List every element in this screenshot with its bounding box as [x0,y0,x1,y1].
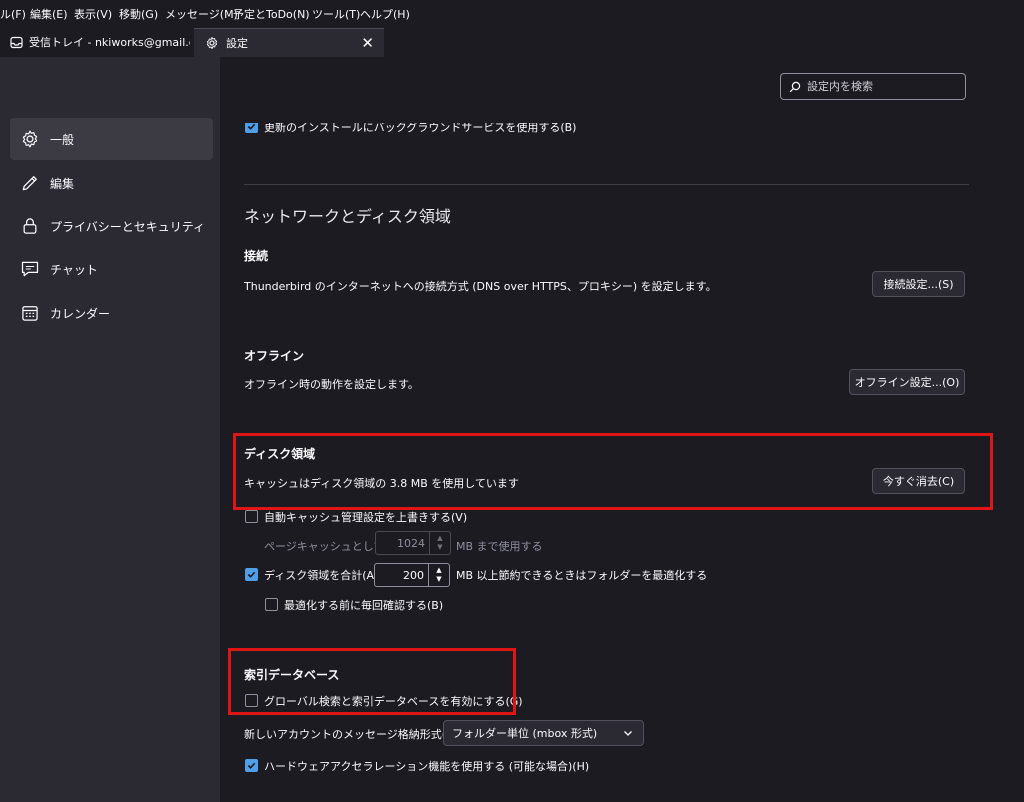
offline-heading: オフライン [244,349,305,363]
tab-bar: 受信トレイ - nkiworks@gmail.com 設定 ✕ [0,26,1024,57]
sidebar-item-calendar[interactable]: カレンダー [10,292,213,334]
tab-inbox-label: 受信トレイ - nkiworks@gmail.com [29,36,190,49]
calendar-icon [20,303,40,323]
background-update-label: 更新のインストールにバックグラウンドサービスを使用する(B) [264,123,577,133]
menu-message[interactable]: メッセージ(M) [165,6,238,22]
scrolled-checkbox-row: 更新のインストールにバックグラウンドサービスを使用する(B) [244,123,984,133]
sidebar-item-composition[interactable]: 編集 [10,162,213,204]
confirm-compact-checkbox[interactable] [265,598,278,611]
override-cache-checkbox[interactable] [245,510,258,523]
tab-settings[interactable]: 設定 ✕ [194,28,384,57]
search-input[interactable] [805,79,959,94]
menu-view[interactable]: 表示(V) [74,6,112,22]
menu-tools[interactable]: ツール(T) [312,6,360,22]
override-cache-label: 自動キャッシュ管理設定を上書きする(V) [264,511,468,524]
sidebar-item-chat[interactable]: チャット [10,248,213,290]
menu-file[interactable]: ル(F) [0,6,26,22]
sidebar-item-label: チャット [50,262,98,277]
offline-description: オフライン時の動作を設定します。 [244,378,419,391]
close-icon[interactable]: ✕ [361,34,374,52]
store-type-value: フォルダー単位 (mbox 形式) [452,727,598,740]
sidebar-item-label: 一般 [50,132,75,147]
search-icon [789,81,801,93]
confirm-compact-label: 最適化する前に毎回確認する(B) [284,599,444,612]
pencil-icon [20,173,40,193]
settings-sidebar: 一般 編集 プライバシーとセキュリティ チャット カレンダー [0,57,220,802]
page-cache-stepper[interactable]: 1024 ▲ ▼ [375,531,451,555]
chat-icon [20,259,40,279]
tab-inbox[interactable]: 受信トレイ - nkiworks@gmail.com [0,28,190,56]
settings-search[interactable] [780,73,966,100]
menu-edit[interactable]: 編集(E) [30,6,68,22]
sidebar-item-label: 編集 [50,176,75,191]
sidebar-item-privacy[interactable]: プライバシーとセキュリティ [10,205,213,247]
hw-accel-label: ハードウェアアクセラレーション機能を使用する (可能な場合)(H) [264,760,590,773]
compact-threshold-value: 200 [403,568,424,582]
store-type-label: 新しいアカウントのメッセージ格納形式(T): [244,728,461,741]
connection-settings-button[interactable]: 接続設定...(S) [872,271,965,297]
tab-settings-label: 設定 [226,37,248,50]
menu-bar: ル(F) 編集(E) 表示(V) 移動(G) メッセージ(M) 予定とToDo(… [0,0,1024,26]
stepper-arrows-icon[interactable]: ▲ ▼ [429,532,450,554]
page-cache-value: 1024 [397,536,425,550]
store-type-select[interactable]: フォルダー単位 (mbox 形式) [443,720,644,746]
offline-settings-button[interactable]: オフライン設定...(O) [849,369,965,395]
highlight-disk-space [233,433,993,510]
stepper-arrows-icon[interactable]: ▲ ▼ [428,564,449,586]
chevron-down-icon [623,727,633,741]
compact-folders-checkbox[interactable] [245,568,258,581]
background-update-checkbox[interactable] [245,123,258,133]
sidebar-item-label: カレンダー [50,306,111,321]
sidebar-item-general[interactable]: 一般 [10,118,213,160]
section-title-network: ネットワークとディスク領域 [244,207,451,226]
sidebar-item-label: プライバシーとセキュリティ [50,219,206,234]
hw-accel-checkbox[interactable] [245,759,258,772]
lock-icon [20,216,40,236]
page-cache-suffix: MB まで使用する [456,540,543,553]
highlight-index-database [228,648,516,715]
compact-folders-label: ディスク領域を合計(A) [264,569,379,582]
connection-description: Thunderbird のインターネットへの接続方式 (DNS over HTT… [244,280,717,293]
compact-threshold-stepper[interactable]: 200 ▲ ▼ [374,563,450,587]
menu-go[interactable]: 移動(G) [119,6,158,22]
menu-events-tasks[interactable]: 予定とToDo(N) [233,6,310,22]
section-divider [244,184,969,185]
inbox-icon [10,34,23,50]
gear-icon [204,35,220,51]
compact-folders-suffix: MB 以上節約できるときはフォルダーを最適化する [456,569,708,582]
menu-help[interactable]: ヘルプ(H) [360,6,410,22]
gear-icon [20,129,40,149]
connection-heading: 接続 [244,249,269,263]
